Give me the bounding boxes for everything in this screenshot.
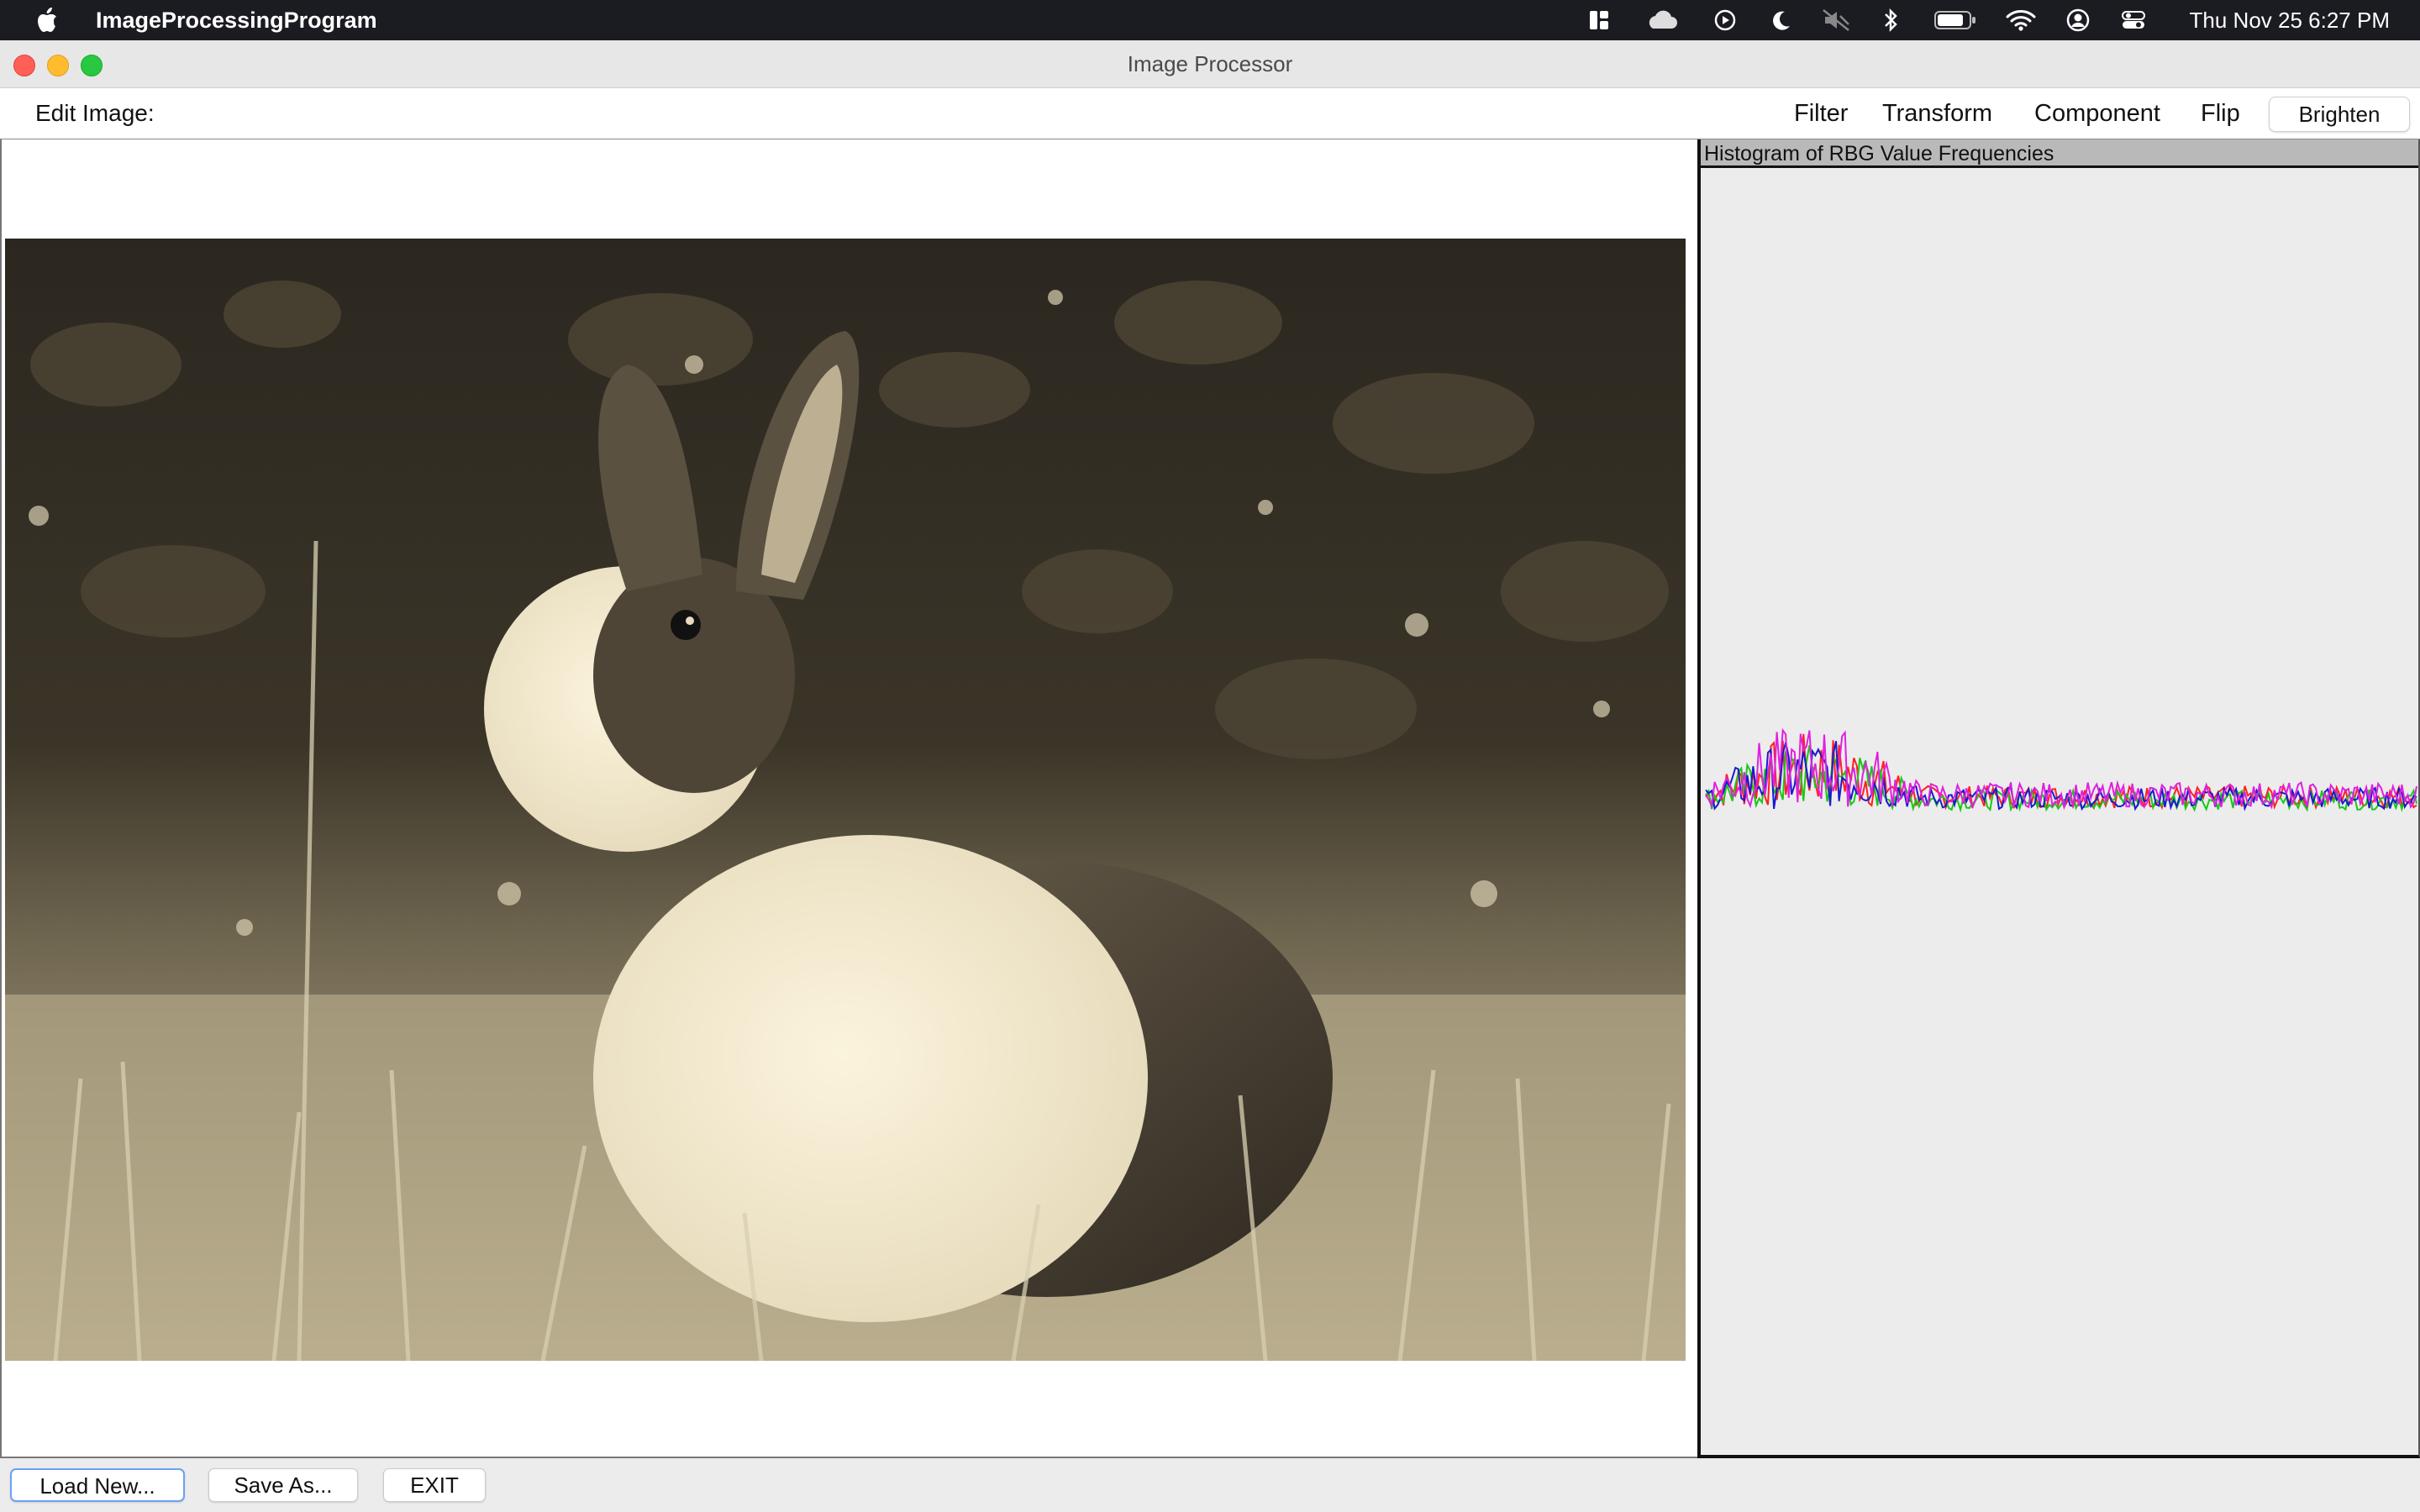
save-as-button[interactable]: Save As... (208, 1468, 358, 1502)
flip-menu[interactable]: Flip (2201, 88, 2240, 139)
edit-toolbar: Edit Image: Filter Transform Component F… (0, 88, 2420, 141)
mute-icon[interactable] (1820, 0, 1854, 40)
edit-image-label: Edit Image: (35, 100, 155, 126)
bottom-button-bar: Load New... Save As... EXIT (0, 1460, 2420, 1512)
brighten-button[interactable]: Brighten (2269, 97, 2410, 132)
bluetooth-icon[interactable] (1879, 0, 1902, 40)
window-title-bar[interactable]: Image Processor (0, 40, 2420, 88)
component-menu[interactable]: Component (2034, 88, 2160, 139)
load-new-button[interactable]: Load New... (10, 1468, 185, 1502)
apple-logo-icon[interactable] (34, 3, 62, 37)
widgets-icon[interactable] (1585, 0, 1613, 40)
histogram-title: Histogram of RBG Value Frequencies (1701, 139, 2418, 168)
rabbit-photo (5, 239, 1686, 1361)
exit-button[interactable]: EXIT (383, 1468, 486, 1502)
user-icon[interactable] (2064, 0, 2092, 40)
wifi-icon[interactable] (2005, 0, 2037, 40)
histogram-panel: Histogram of RBG Value Frequencies (1697, 139, 2420, 1458)
play-icon[interactable] (1711, 0, 1739, 40)
transform-menu[interactable]: Transform (1882, 88, 1992, 139)
image-panel (0, 139, 1697, 1458)
cloud-icon[interactable] (1644, 0, 1679, 40)
rgb-histogram-plot (1705, 727, 2417, 813)
macos-menu-bar: ImageProcessingProgram Thu Nov 25 6:27 P… (0, 0, 2420, 40)
app-menu-name[interactable]: ImageProcessingProgram (96, 0, 377, 40)
window-title: Image Processor (1127, 51, 1293, 76)
battery-icon[interactable] (1933, 0, 1978, 40)
filter-menu[interactable]: Filter (1794, 88, 1848, 139)
control-center-icon[interactable] (2119, 0, 2148, 40)
menu-bar-clock[interactable]: Thu Nov 25 6:27 PM (2190, 0, 2390, 40)
moon-icon[interactable] (1768, 0, 1795, 40)
